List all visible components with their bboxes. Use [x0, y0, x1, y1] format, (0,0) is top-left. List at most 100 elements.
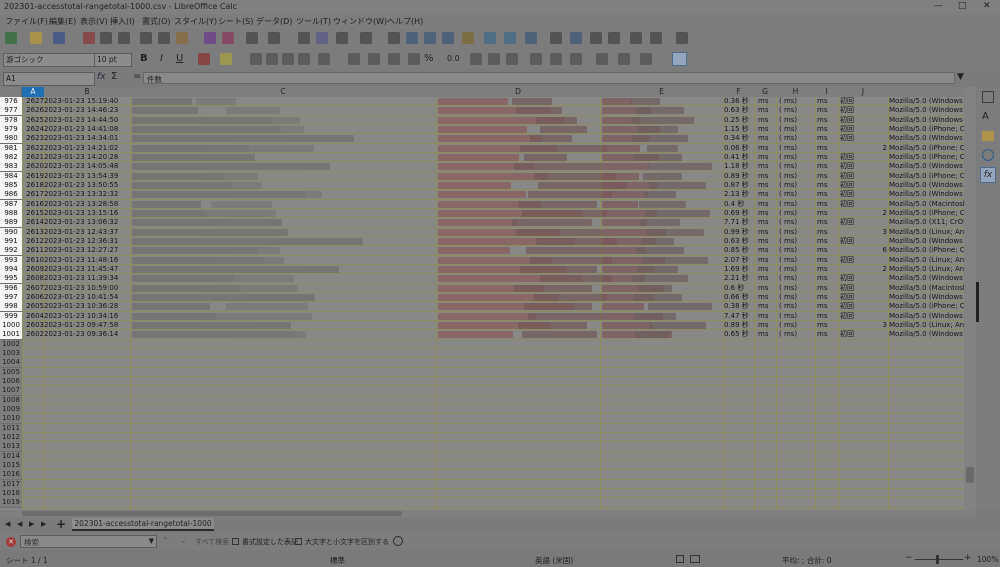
number-format-icon[interactable]: 0.0 — [447, 54, 460, 63]
cell-g[interactable]: ms — [758, 218, 776, 227]
cell-f[interactable]: 0.36 秒 — [724, 97, 754, 106]
cell-b[interactable]: 2023-01-23 11:39:34 — [44, 274, 129, 283]
cell-j[interactable]: 初回 — [840, 190, 864, 199]
cell-k[interactable] — [868, 302, 887, 311]
add-decimal-icon[interactable] — [470, 53, 482, 65]
column-header[interactable] — [888, 87, 964, 97]
select-all-corner[interactable] — [0, 87, 22, 97]
cell-k[interactable] — [868, 172, 887, 181]
cell-g[interactable]: ms — [758, 190, 776, 199]
cell-i[interactable]: ms — [817, 200, 837, 209]
cell-l[interactable]: Mozilla/5.0 (Windows N — [889, 162, 964, 171]
cell-g[interactable]: ms — [758, 125, 776, 134]
spreadsheet-grid[interactable]: A B C D E F G H I J 976 977 978 979 980 981 982 983 984 985… — [0, 87, 964, 510]
cell-i[interactable]: ms — [817, 106, 837, 115]
cell-f[interactable]: 7.71 秒 — [724, 218, 754, 227]
cell-l[interactable]: Mozilla/5.0 (iPhone; CP — [889, 246, 964, 255]
cell-a[interactable]: 2607 — [24, 284, 44, 293]
close-icon[interactable]: ✕ — [983, 1, 991, 11]
format-as-date-icon[interactable] — [506, 53, 518, 65]
cell-b[interactable]: 2023-01-23 13:54:39 — [44, 172, 129, 181]
cell-g[interactable]: ms — [758, 97, 776, 106]
cell-h[interactable]: ( ms) — [779, 274, 815, 283]
cell-j[interactable]: 初回 — [840, 274, 864, 283]
justify-icon[interactable] — [298, 53, 310, 65]
align-left-icon[interactable] — [250, 53, 262, 65]
cell-k[interactable] — [868, 162, 887, 171]
expand-formula-icon[interactable]: ▼ — [957, 72, 964, 82]
styles-icon[interactable]: A — [982, 111, 989, 122]
formula-input[interactable]: 件数 — [143, 72, 955, 84]
cell-h[interactable]: ( ms) — [779, 106, 815, 115]
cell-h[interactable]: ( ms) — [779, 284, 815, 293]
open-icon[interactable] — [30, 32, 42, 44]
next-sheet-icon[interactable]: ▶ — [29, 520, 34, 528]
find-replace-icon[interactable] — [298, 32, 310, 44]
cell-a[interactable]: 2618 — [24, 181, 44, 190]
cell-i[interactable]: ms — [817, 116, 837, 125]
vertical-scrollbar[interactable] — [964, 87, 976, 510]
cell-i[interactable]: ms — [817, 134, 837, 143]
cell-j[interactable]: 初回 — [840, 312, 864, 321]
cell-a[interactable]: 2622 — [24, 144, 44, 153]
formatted-display-checkbox[interactable] — [232, 538, 239, 545]
cell-l[interactable]: Mozilla/5.0 (iPhone; CP — [889, 153, 964, 162]
zoom-in-icon[interactable]: + — [964, 553, 972, 563]
cell-g[interactable]: ms — [758, 237, 776, 246]
sort-descending-icon[interactable] — [442, 32, 454, 44]
cell-i[interactable]: ms — [817, 153, 837, 162]
sidebar-collapse-handle[interactable] — [976, 282, 979, 322]
cell-i[interactable]: ms — [817, 125, 837, 134]
sum-icon[interactable]: Σ — [111, 71, 117, 82]
cell-a[interactable]: 2617 — [24, 190, 44, 199]
cell-g[interactable]: ms — [758, 153, 776, 162]
column-header[interactable]: J — [838, 87, 889, 97]
undo-icon[interactable] — [246, 32, 258, 44]
bold-icon[interactable]: B — [140, 53, 148, 64]
cell-a[interactable]: 2605 — [24, 302, 44, 311]
align-middle-icon[interactable] — [368, 53, 380, 65]
cell-k[interactable] — [868, 97, 887, 106]
cell-k[interactable]: 2 — [868, 144, 887, 153]
cell-l[interactable]: Mozilla/5.0 (iPhone; CP — [889, 144, 964, 153]
cell-i[interactable]: ms — [817, 330, 837, 339]
cell-j[interactable] — [840, 209, 864, 218]
split-window-icon[interactable] — [676, 32, 688, 44]
cell-g[interactable]: ms — [758, 246, 776, 255]
cell-l[interactable]: Mozilla/5.0 (Windows N — [889, 274, 964, 283]
cell-g[interactable]: ms — [758, 200, 776, 209]
cell-i[interactable]: ms — [817, 302, 837, 311]
cell-a[interactable]: 2624 — [24, 125, 44, 134]
cell-j[interactable]: 初回 — [840, 172, 864, 181]
column-header[interactable]: E — [600, 87, 724, 97]
row-header[interactable]: 1019 — [0, 498, 22, 509]
borders-icon[interactable] — [570, 53, 582, 65]
image-icon[interactable] — [484, 32, 496, 44]
horizontal-scroll-thumb[interactable] — [22, 511, 402, 516]
border-style-icon[interactable] — [596, 53, 608, 65]
cell-g[interactable]: ms — [758, 228, 776, 237]
cell-h[interactable]: ( ms) — [779, 330, 815, 339]
header-footer-icon[interactable] — [608, 32, 620, 44]
currency-icon[interactable] — [408, 53, 420, 65]
cell-a[interactable]: 2608 — [24, 274, 44, 283]
cell-b[interactable]: 2023-01-23 13:50:55 — [44, 181, 129, 190]
cell-k[interactable] — [868, 200, 887, 209]
cell-f[interactable]: 1.18 秒 — [724, 162, 754, 171]
cell-l[interactable]: Mozilla/5.0 (Windows N — [889, 293, 964, 302]
cell-k[interactable] — [868, 284, 887, 293]
cell-k[interactable]: 2 — [868, 209, 887, 218]
pivot-table-icon[interactable] — [525, 32, 537, 44]
cell-g[interactable]: ms — [758, 144, 776, 153]
cell-a[interactable]: 2615 — [24, 209, 44, 218]
cell-a[interactable]: 2612 — [24, 237, 44, 246]
cell-i[interactable]: ms — [817, 246, 837, 255]
cell-b[interactable]: 2023-01-23 14:21:02 — [44, 144, 129, 153]
zoom-slider[interactable] — [915, 559, 963, 560]
gallery-icon[interactable] — [982, 131, 994, 141]
cell-b[interactable]: 2023-01-23 10:34:16 — [44, 312, 129, 321]
cell-f[interactable]: 0.89 秒 — [724, 172, 754, 181]
cell-g[interactable]: ms — [758, 293, 776, 302]
save-icon[interactable] — [53, 32, 65, 44]
cell-j[interactable]: 初回 — [840, 330, 864, 339]
